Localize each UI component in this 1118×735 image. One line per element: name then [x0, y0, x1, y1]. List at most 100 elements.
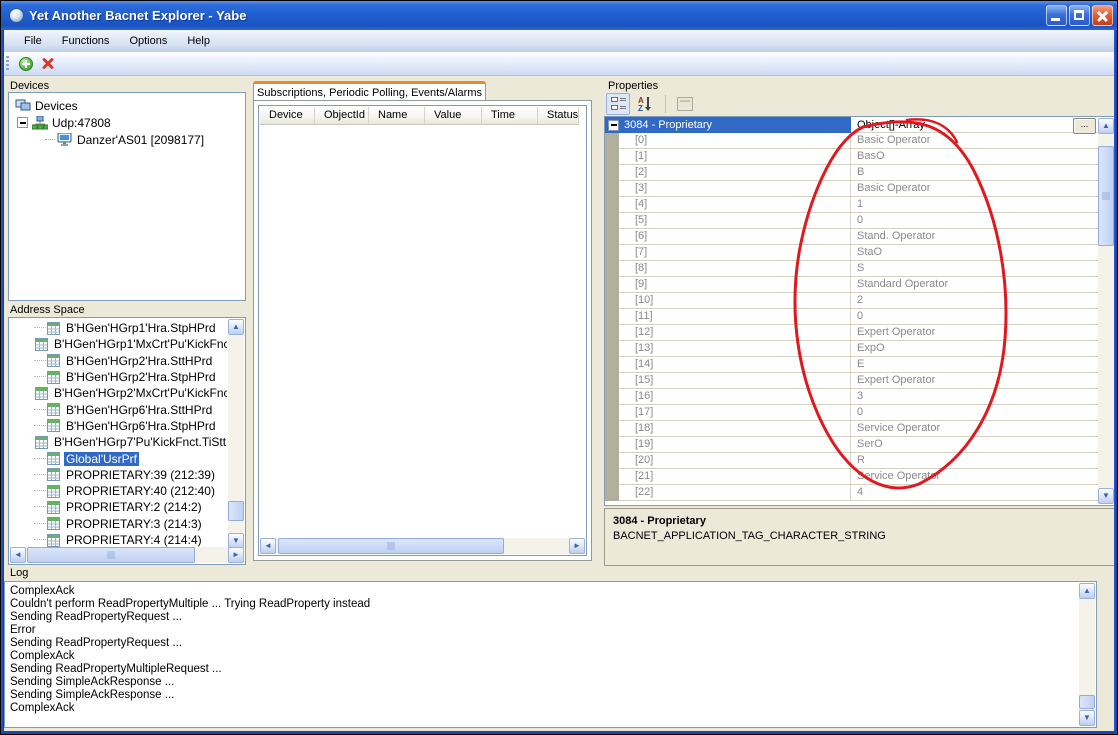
column-header[interactable]: Device [260, 107, 315, 125]
properties-panel-label: Properties [608, 80, 659, 92]
app-icon [9, 8, 24, 23]
menu-item[interactable]: Help [177, 32, 220, 50]
scrollbar-thumb[interactable] [278, 538, 504, 554]
property-row[interactable]: [22] 4 [605, 485, 1098, 501]
object-table-icon [47, 370, 60, 384]
tree-node-udp[interactable]: Udp:47808 [17, 114, 111, 131]
property-row[interactable]: [3] Basic Operator [605, 181, 1098, 197]
menu-item[interactable]: Functions [52, 32, 120, 50]
scroll-down-button[interactable]: ▼ [1079, 710, 1095, 726]
column-header[interactable]: Status [538, 107, 580, 125]
ellipsis-button[interactable]: ... [1073, 118, 1096, 134]
property-row[interactable]: [20] R [605, 453, 1098, 469]
property-row[interactable]: [11] 0 [605, 309, 1098, 325]
delete-device-button[interactable] [37, 54, 59, 74]
menu-item[interactable]: File [14, 32, 52, 50]
property-row[interactable]: [7] StaO [605, 245, 1098, 261]
minimize-button[interactable] [1046, 5, 1067, 26]
column-header[interactable]: Value [425, 107, 482, 125]
add-device-button[interactable] [15, 54, 37, 74]
toolbar-grip[interactable] [6, 55, 9, 72]
property-row[interactable]: [19] SerO [605, 437, 1098, 453]
property-row[interactable]: [4] 1 [605, 197, 1098, 213]
property-row[interactable]: [1] BasO [605, 149, 1098, 165]
property-value: 1 [851, 197, 1098, 213]
scrollbar-thumb[interactable] [27, 547, 195, 563]
address-space-item[interactable]: PROPRIETARY:3 (214:3) [10, 516, 227, 532]
property-row[interactable]: [14] E [605, 357, 1098, 373]
column-header[interactable]: ObjectId [315, 107, 369, 125]
object-table-icon [47, 517, 60, 531]
address-space-item[interactable]: PROPRIETARY:40 (212:40) [10, 483, 227, 499]
menu-item[interactable]: Options [119, 32, 177, 50]
maximize-button[interactable] [1069, 5, 1090, 26]
subscriptions-listview: Device ObjectId Name Value Time Status ◄ ► [258, 105, 587, 556]
property-row[interactable]: [6] Stand. Operator [605, 229, 1098, 245]
address-space-item[interactable]: B'HGen'HGrp2'MxCrt'Pu'KickFnct.TiS [10, 385, 227, 401]
tree-node-devices[interactable]: Devices [15, 97, 78, 114]
column-header[interactable]: Name [369, 107, 425, 125]
address-space-item[interactable]: B'HGen'HGrp6'Hra.SttHPrd [10, 401, 227, 417]
categorized-view-button[interactable] [606, 93, 630, 115]
scroll-up-button[interactable]: ▲ [1098, 118, 1114, 134]
property-row[interactable]: [9] Standard Operator [605, 277, 1098, 293]
property-value: Service Operator [851, 469, 1098, 485]
tree-node-danzer[interactable]: Danzer'AS01 [2098177] [45, 131, 204, 148]
address-space-item[interactable]: PROPRIETARY:2 (214:2) [10, 499, 227, 515]
property-description-text: BACNET_APPLICATION_TAG_CHARACTER_STRING [613, 530, 886, 542]
scroll-left-button[interactable]: ◄ [10, 547, 26, 563]
scroll-up-button[interactable]: ▲ [228, 319, 244, 335]
property-value: Basic Operator [851, 133, 1098, 149]
address-space-item[interactable]: B'HGen'HGrp1'MxCrt'Pu'KickFnct.TiS [10, 336, 227, 352]
property-row[interactable]: [8] S [605, 261, 1098, 277]
property-value: ExpO [851, 341, 1098, 357]
scroll-right-button[interactable]: ► [228, 547, 244, 563]
address-space-item[interactable]: B'HGen'HGrp7'Pu'KickFnct.TiStt [10, 434, 227, 450]
property-name: [10] [619, 293, 851, 309]
scrollbar-thumb[interactable] [1079, 695, 1095, 709]
scroll-right-button[interactable]: ► [569, 538, 585, 554]
property-row[interactable]: [21] Service Operator [605, 469, 1098, 485]
scrollbar-thumb[interactable] [1098, 146, 1114, 246]
collapse-expander-icon[interactable] [17, 117, 28, 128]
property-row[interactable]: [13] ExpO [605, 341, 1098, 357]
column-header[interactable]: Time [482, 107, 538, 125]
main-toolbar [2, 52, 1117, 76]
property-name: [11] [619, 309, 851, 325]
scroll-up-button[interactable]: ▲ [1079, 583, 1095, 599]
properties-toolbar: AZ [606, 92, 697, 116]
property-value: StaO [851, 245, 1098, 261]
property-row[interactable]: [5] 0 [605, 213, 1098, 229]
property-grid-root-row[interactable]: 3084 - Proprietary Object[]-Array ... [605, 117, 1098, 134]
object-table-icon [35, 337, 48, 351]
address-space-item[interactable]: B'HGen'HGrp1'Hra.StpHPrd [10, 320, 227, 336]
tab-subscriptions[interactable]: Subscriptions, Periodic Polling, Events/… [253, 81, 486, 101]
property-row[interactable]: [12] Expert Operator [605, 325, 1098, 341]
scroll-down-button[interactable]: ▼ [1098, 488, 1114, 504]
title-bar[interactable]: Yet Another Bacnet Explorer - Yabe [1, 1, 1117, 30]
address-space-item[interactable]: B'HGen'HGrp2'Hra.StpHPrd [10, 369, 227, 385]
property-row[interactable]: [15] Expert Operator [605, 373, 1098, 389]
categorized-icon [610, 97, 626, 111]
property-row[interactable]: [16] 3 [605, 389, 1098, 405]
property-row[interactable]: [18] Service Operator [605, 421, 1098, 437]
address-space-item[interactable]: B'HGen'HGrp6'Hra.StpHPrd [10, 418, 227, 434]
scrollbar-thumb[interactable] [228, 501, 244, 521]
address-space-item[interactable]: PROPRIETARY:4 (214:4) [10, 532, 227, 548]
property-pages-button[interactable] [673, 93, 697, 115]
collapse-expander-icon[interactable] [608, 119, 619, 131]
property-description-title: 3084 - Proprietary [613, 515, 706, 527]
property-row[interactable]: [2] B [605, 165, 1098, 181]
property-row[interactable]: [10] 2 [605, 293, 1098, 309]
close-button[interactable] [1092, 5, 1113, 26]
alphabetical-sort-button[interactable]: AZ [634, 93, 658, 115]
object-table-icon [47, 484, 60, 498]
address-space-item[interactable]: B'HGen'HGrp2'Hra.SttHPrd [10, 353, 227, 369]
property-row[interactable]: [17] 0 [605, 405, 1098, 421]
scroll-left-button[interactable]: ◄ [260, 538, 276, 554]
address-space-list: B'HGen'HGrp1'Hra.StpHPrd B'HGen'HGrp1'Mx… [8, 317, 246, 565]
property-name: [2] [619, 165, 851, 181]
address-space-item[interactable]: PROPRIETARY:39 (212:39) [10, 467, 227, 483]
address-space-item[interactable]: Global'UsrPrf [10, 450, 227, 466]
property-row[interactable]: [0] Basic Operator [605, 133, 1098, 149]
